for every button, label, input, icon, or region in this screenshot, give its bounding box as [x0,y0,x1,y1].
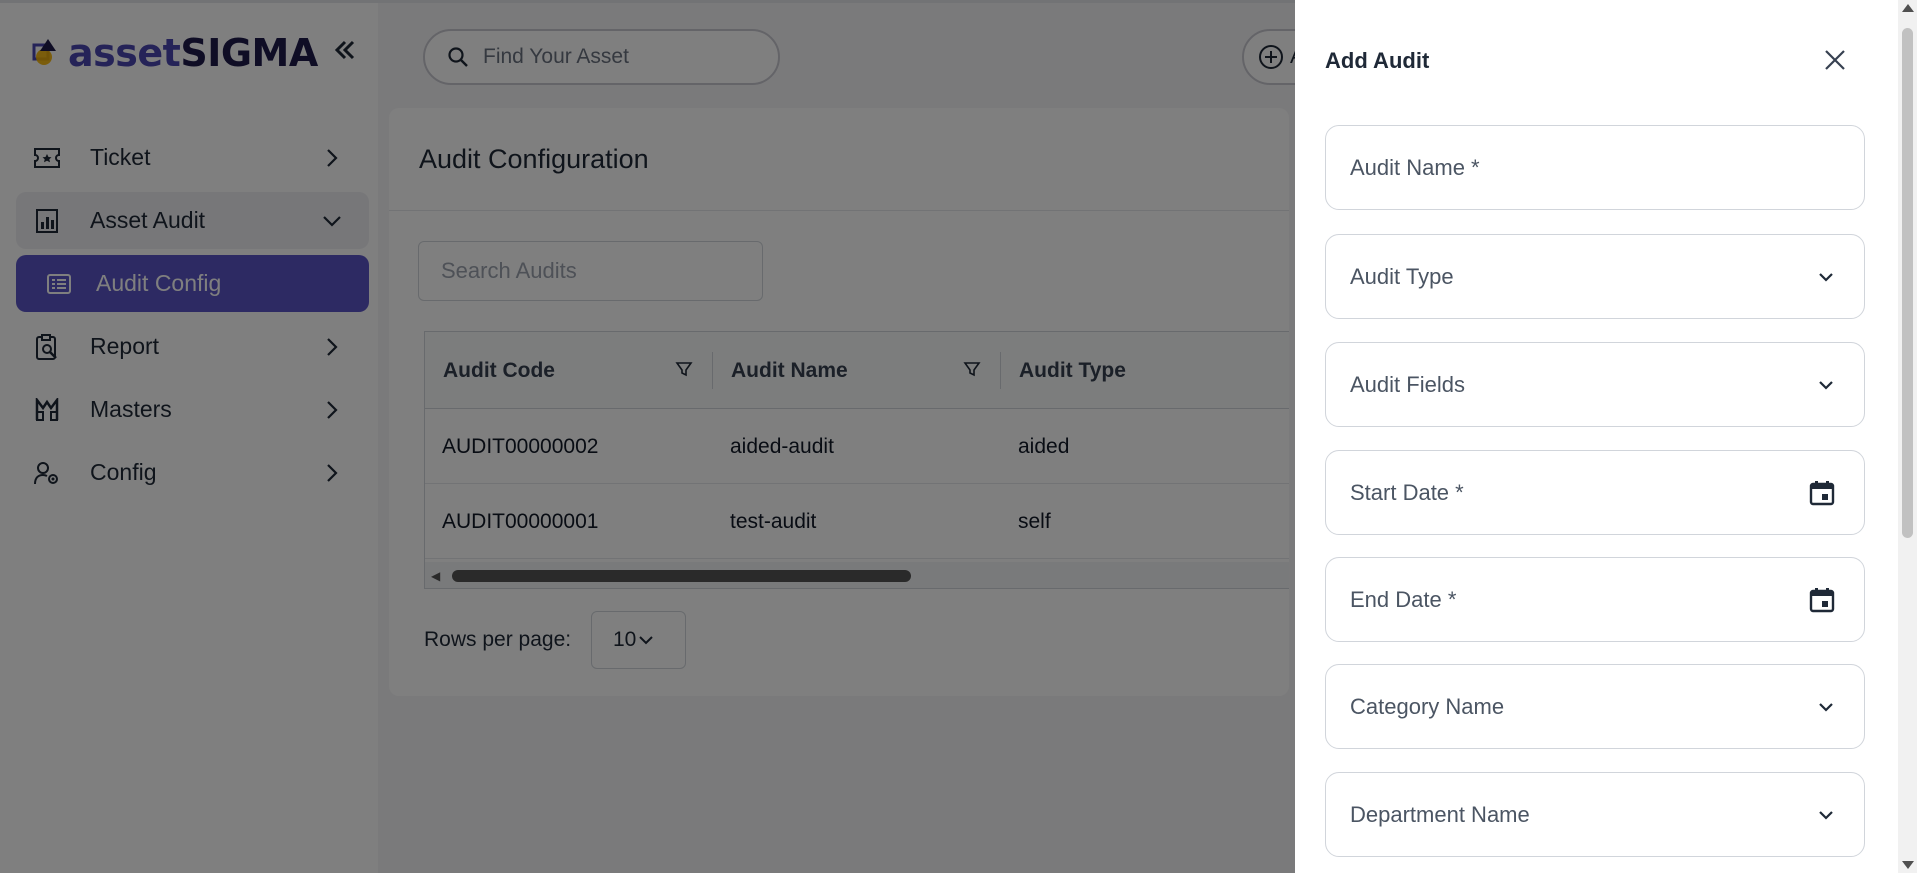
scrollbar-thumb[interactable] [1902,28,1913,538]
audit-fields-label: Audit Fields [1350,371,1465,397]
category-name-select[interactable]: Category Name [1325,664,1865,749]
close-icon[interactable] [1822,47,1848,73]
scroll-up-arrow-icon[interactable] [1902,4,1914,12]
chevron-down-icon [1819,272,1833,282]
department-name-label: Department Name [1350,801,1530,827]
add-audit-drawer: Add Audit Audit Name * Audit Type Audit … [1295,0,1898,873]
drawer-title: Add Audit [1325,48,1430,73]
vertical-scrollbar[interactable] [1898,0,1917,873]
scroll-down-arrow-icon[interactable] [1902,861,1914,869]
start-date-field[interactable]: Start Date * [1325,450,1865,535]
calendar-icon[interactable] [1808,479,1836,507]
category-name-label: Category Name [1350,693,1505,719]
chevron-down-icon [1819,810,1833,820]
audit-name-label: Audit Name * [1350,154,1480,180]
department-name-select[interactable]: Department Name [1325,772,1865,857]
start-date-label: Start Date * [1350,479,1464,505]
audit-type-label: Audit Type [1350,263,1454,289]
chevron-down-icon [1819,702,1833,712]
end-date-label: End Date * [1350,586,1457,612]
audit-fields-select[interactable]: Audit Fields [1325,342,1865,427]
chevron-down-icon [1819,380,1833,390]
audit-name-field[interactable]: Audit Name * [1325,125,1865,210]
calendar-icon[interactable] [1808,586,1836,614]
end-date-field[interactable]: End Date * [1325,557,1865,642]
audit-type-select[interactable]: Audit Type [1325,234,1865,319]
